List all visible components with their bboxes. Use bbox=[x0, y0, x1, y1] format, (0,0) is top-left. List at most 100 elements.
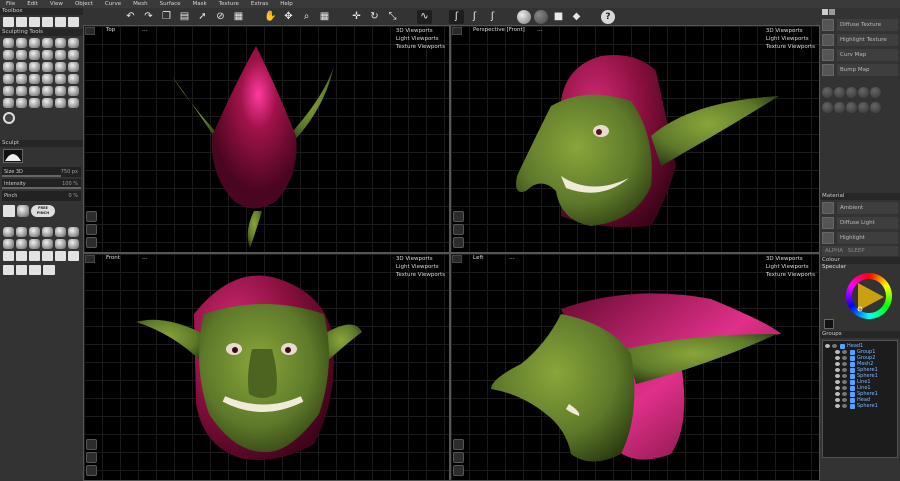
flat-sphere-icon[interactable] bbox=[534, 9, 548, 24]
free-pinch-button[interactable]: FREE PINCH bbox=[31, 205, 55, 217]
grid-toggle-icon[interactable]: ▦ bbox=[317, 10, 332, 24]
diffuse-light-slot[interactable]: Diffuse Light bbox=[837, 217, 898, 229]
panel-option-icon[interactable] bbox=[822, 9, 828, 15]
sculpt-brush-icon[interactable] bbox=[3, 74, 14, 84]
sculpt-brush-icon[interactable] bbox=[3, 86, 14, 96]
viewport-options-dots[interactable]: ... bbox=[142, 254, 148, 261]
brush-preset-icon[interactable] bbox=[16, 227, 27, 237]
pan-view-icon[interactable] bbox=[86, 224, 97, 235]
size-slider[interactable]: Size 3D 750 px bbox=[2, 167, 81, 177]
sculpt-brush-icon[interactable] bbox=[16, 74, 27, 84]
zoom-view-icon[interactable] bbox=[453, 237, 464, 248]
spline-sym-icon[interactable]: ʃ bbox=[485, 10, 500, 24]
menu-edit[interactable]: Edit bbox=[27, 0, 38, 8]
highlight-slot[interactable]: Highlight bbox=[837, 232, 898, 244]
viewport-corner-button[interactable] bbox=[452, 255, 462, 263]
sculpt-brush-icon[interactable] bbox=[16, 50, 27, 60]
menu-extras[interactable]: Extras bbox=[251, 0, 268, 8]
pan-view-icon[interactable] bbox=[453, 224, 464, 235]
viewport-menu-light[interactable]: Light Viewports bbox=[766, 35, 815, 43]
viewport-top[interactable]: Top ... 3D Viewports Light Viewports Tex… bbox=[83, 25, 450, 253]
undo-icon[interactable]: ↶ bbox=[123, 10, 138, 24]
sculpt-brush-icon[interactable] bbox=[29, 74, 40, 84]
translate-icon[interactable]: ✛ bbox=[349, 10, 364, 24]
diffuse-light-thumb[interactable] bbox=[822, 217, 834, 229]
sculpt-brush-icon[interactable] bbox=[29, 86, 40, 96]
brush-preset-icon[interactable] bbox=[42, 239, 53, 249]
redo-icon[interactable]: ↷ bbox=[141, 10, 156, 24]
rotate-view-icon[interactable] bbox=[86, 211, 97, 222]
arrow-left-icon[interactable] bbox=[29, 265, 41, 275]
falloff-curve-icon[interactable] bbox=[3, 149, 23, 163]
colour-swatch[interactable] bbox=[824, 319, 834, 329]
brush-preset-icon[interactable] bbox=[29, 227, 40, 237]
pen-tool-icon[interactable] bbox=[3, 265, 14, 275]
brush-preset-icon[interactable] bbox=[68, 239, 79, 249]
panel-option-icon[interactable] bbox=[829, 9, 835, 15]
knife-tool-icon[interactable] bbox=[42, 17, 53, 27]
spline-mirror-icon[interactable]: ʃ bbox=[467, 10, 482, 24]
rotate-view-icon[interactable] bbox=[453, 439, 464, 450]
colour-wheel[interactable] bbox=[846, 273, 892, 319]
move-icon[interactable]: ✥ bbox=[281, 10, 296, 24]
sculpt-brush-icon[interactable] bbox=[16, 38, 27, 48]
material-preset-icon[interactable] bbox=[858, 102, 869, 113]
viewport-menu-3d[interactable]: 3D Viewports bbox=[766, 255, 815, 263]
zoom-view-icon[interactable] bbox=[86, 237, 97, 248]
viewport-menu-texture[interactable]: Texture Viewports bbox=[396, 43, 445, 51]
viewport-menu-3d[interactable]: 3D Viewports bbox=[766, 27, 815, 35]
sculpt-brush-icon[interactable] bbox=[3, 98, 14, 108]
arrow-right-icon[interactable] bbox=[43, 265, 55, 275]
sculpt-brush-icon[interactable] bbox=[68, 50, 79, 60]
material-preset-icon[interactable] bbox=[822, 87, 833, 98]
zoom-view-icon[interactable] bbox=[86, 465, 97, 476]
brush-preset-icon[interactable] bbox=[55, 227, 66, 237]
spray-icon[interactable] bbox=[17, 205, 29, 217]
menu-mesh[interactable]: Mesh bbox=[133, 0, 147, 8]
stamp-icon[interactable] bbox=[3, 205, 15, 217]
menu-texture[interactable]: Texture bbox=[219, 0, 239, 8]
viewport-corner-button[interactable] bbox=[85, 27, 95, 35]
shaded-sphere-icon[interactable] bbox=[517, 9, 531, 24]
rotate-view-icon[interactable] bbox=[453, 211, 464, 222]
menu-mask[interactable]: Mask bbox=[193, 0, 207, 8]
sculpt-brush-icon[interactable] bbox=[68, 74, 79, 84]
spline-icon[interactable]: ʃ bbox=[449, 9, 464, 24]
menu-surface[interactable]: Surface bbox=[160, 0, 181, 8]
sculpt-brush-icon[interactable] bbox=[29, 98, 40, 108]
no-entry-icon[interactable]: ⊘ bbox=[213, 10, 228, 24]
scale-icon[interactable]: ⤡ bbox=[385, 10, 400, 24]
select-icon[interactable]: ➚ bbox=[195, 10, 210, 24]
sculpt-brush-icon[interactable] bbox=[68, 38, 79, 48]
sculpt-brush-icon[interactable] bbox=[16, 62, 27, 72]
bump-map-thumb[interactable] bbox=[822, 64, 834, 76]
paste-icon[interactable]: ▤ bbox=[177, 10, 192, 24]
brush-preset-icon[interactable] bbox=[55, 251, 66, 261]
viewport-menu-texture[interactable]: Texture Viewports bbox=[766, 43, 815, 51]
viewport-left[interactable]: Left ... 3D Viewports Light Viewports Te… bbox=[450, 253, 820, 481]
menu-view[interactable]: View bbox=[50, 0, 63, 8]
diffuse-texture-slot[interactable]: Diffuse Texture bbox=[837, 19, 898, 31]
viewport-options-dots[interactable]: ... bbox=[537, 26, 543, 33]
brush-preset-icon[interactable] bbox=[16, 251, 27, 261]
zoom-icon[interactable]: ⌕ bbox=[299, 10, 314, 24]
viewport-menu-3d[interactable]: 3D Viewports bbox=[396, 27, 445, 35]
material-preset-icon[interactable] bbox=[858, 87, 869, 98]
viewport-corner-button[interactable] bbox=[452, 27, 462, 35]
material-preset-icon[interactable] bbox=[822, 102, 833, 113]
material-preset-icon[interactable] bbox=[870, 87, 881, 98]
list-item[interactable]: Sphere1 bbox=[825, 403, 895, 409]
viewport-menu-light[interactable]: Light Viewports bbox=[396, 263, 445, 271]
highlight-texture-thumb[interactable] bbox=[822, 34, 834, 46]
brush-preset-icon[interactable] bbox=[3, 251, 14, 261]
sculpt-brush-icon[interactable] bbox=[42, 62, 53, 72]
viewport-menu-3d[interactable]: 3D Viewports bbox=[396, 255, 445, 263]
hammer-tool-icon[interactable] bbox=[29, 17, 40, 27]
colour-triangle[interactable] bbox=[846, 273, 892, 319]
sculpt-brush-icon[interactable] bbox=[55, 38, 66, 48]
camera-tool-icon[interactable] bbox=[68, 17, 79, 27]
menu-curve[interactable]: Curve bbox=[105, 0, 121, 8]
brush-preset-icon[interactable] bbox=[68, 251, 79, 261]
help-icon[interactable]: ? bbox=[601, 9, 615, 24]
pinch-slider[interactable]: Pinch 0 % bbox=[2, 191, 81, 201]
